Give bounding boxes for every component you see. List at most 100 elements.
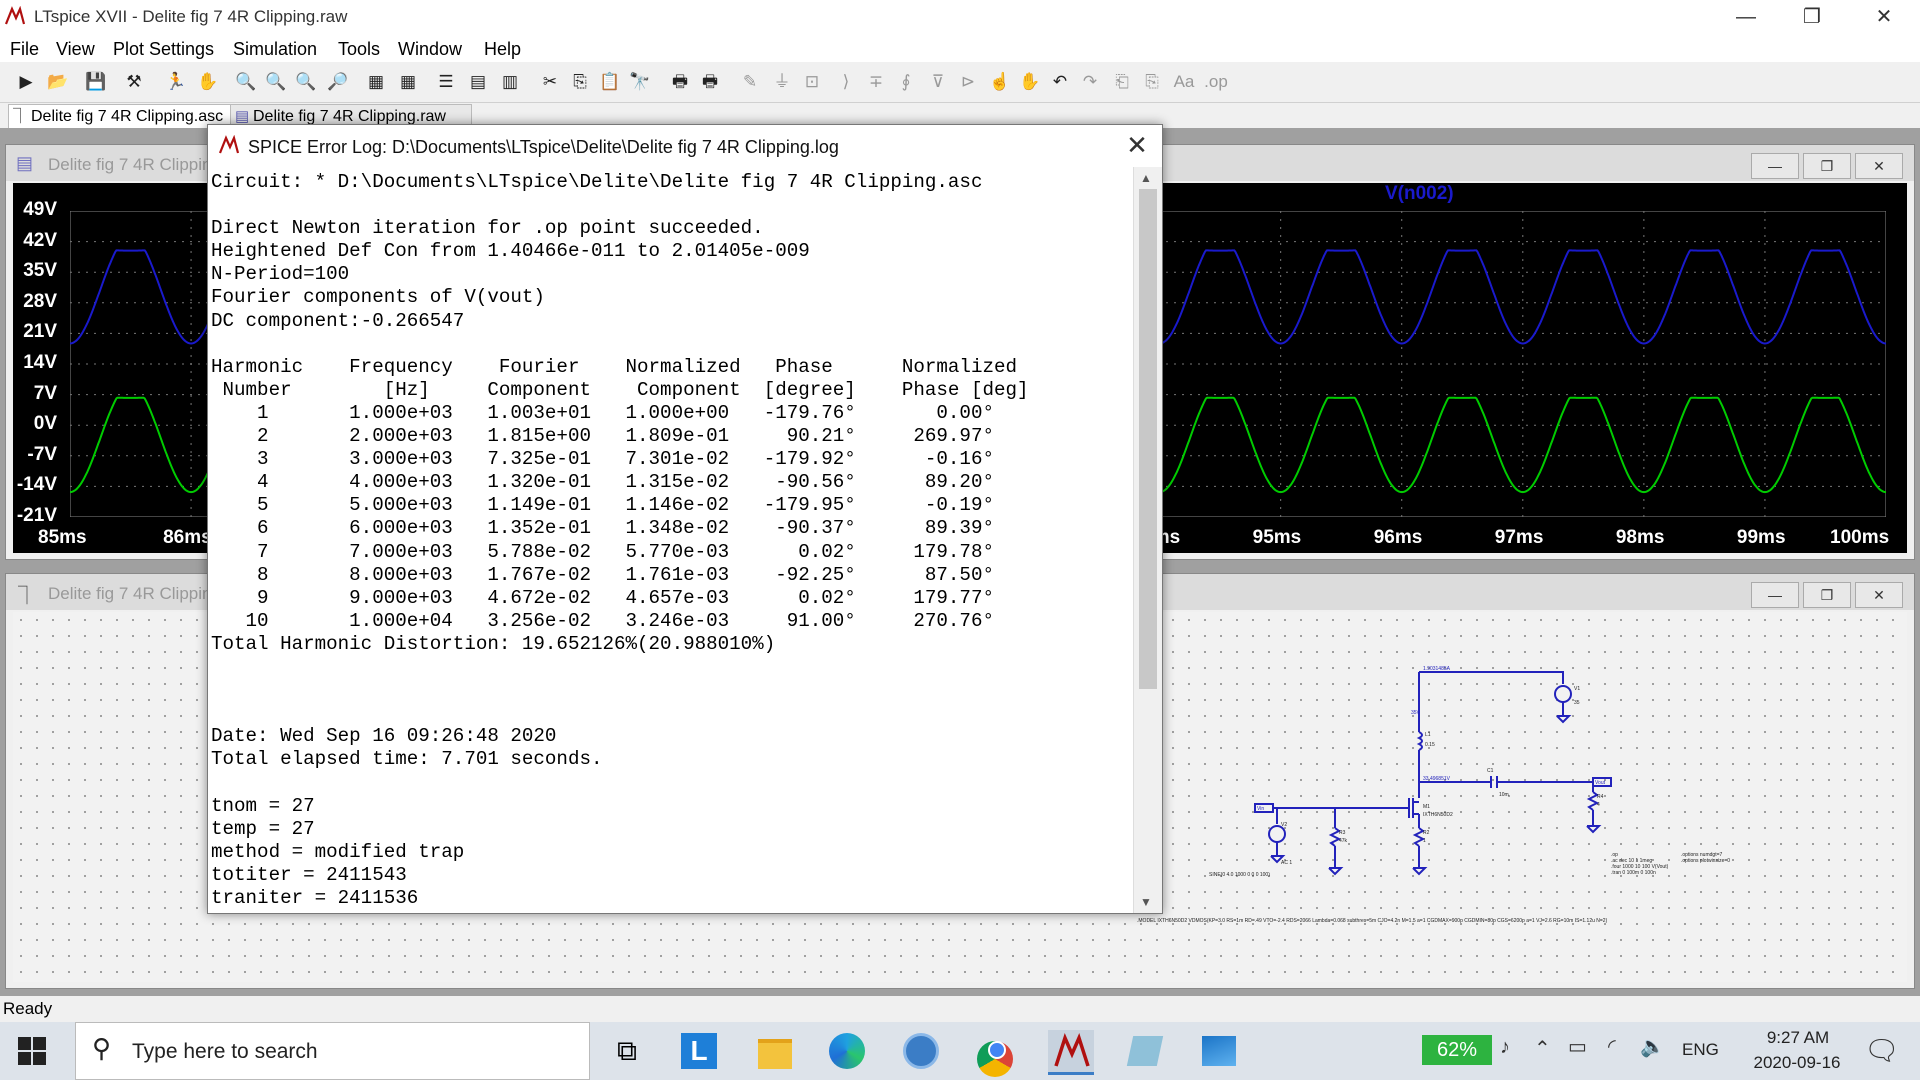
resistor-icon[interactable]: ⟩ <box>834 70 858 94</box>
resistor-r3[interactable] <box>1328 827 1342 847</box>
tile-vertical-icon[interactable]: ▥ <box>498 70 522 94</box>
menu-view[interactable]: View <box>56 39 95 60</box>
print-preview-icon[interactable]: 🖶 <box>698 70 722 94</box>
file-explorer-icon[interactable] <box>752 1030 798 1072</box>
options-line[interactable]: .options plotwinsize=0 <box>1681 858 1730 864</box>
wifi-icon[interactable]: ◜ <box>1608 1034 1616 1059</box>
control-panel-icon[interactable]: ⚒ <box>122 70 146 94</box>
schematic-minimize-button[interactable]: — <box>1751 582 1799 608</box>
scroll-up-icon[interactable]: ▲ <box>1140 171 1152 185</box>
diode-icon[interactable]: ⊽ <box>926 70 950 94</box>
scroll-down-icon[interactable]: ▼ <box>1140 895 1152 909</box>
scrollbar-thumb[interactable] <box>1139 189 1157 689</box>
find-icon[interactable]: 🔭 <box>628 70 652 94</box>
resistor-r4[interactable] <box>1586 791 1600 811</box>
notepad-icon[interactable] <box>1122 1030 1168 1072</box>
dialog-titlebar: SPICE Error Log: D:\Documents\LTspice\De… <box>208 125 1162 167</box>
menu-simulation[interactable]: Simulation <box>233 39 317 60</box>
inductor-icon[interactable]: ∮ <box>894 70 918 94</box>
v2-source[interactable] <box>1268 825 1286 843</box>
move-icon[interactable]: ☝ <box>988 70 1012 94</box>
taskbar-search[interactable]: ⚲ Type here to search <box>75 1022 590 1080</box>
log-scrollbar[interactable]: ▲ ▼ <box>1133 167 1162 913</box>
autorange-icon[interactable]: ▦ <box>364 70 388 94</box>
grid-icon[interactable]: ▦ <box>396 70 420 94</box>
drag-icon[interactable]: ✋ <box>1018 70 1042 94</box>
thunderbird-icon[interactable] <box>900 1030 946 1072</box>
label-net-icon[interactable]: ⊡ <box>800 70 824 94</box>
redo-icon[interactable]: ↷ <box>1078 70 1102 94</box>
model-directive[interactable]: .MODEL IXTH6N50D2 VDMOS(KP=3.0 RS=1m RD=… <box>1137 918 1608 924</box>
cut-icon[interactable]: ✂ <box>538 70 562 94</box>
menu-tools[interactable]: Tools <box>338 39 380 60</box>
cascade-icon[interactable]: ▤ <box>466 70 490 94</box>
action-center-icon[interactable]: 🗨 <box>1864 1034 1900 1067</box>
r3-label: R3 <box>1339 830 1346 836</box>
ltspice-taskbar-icon[interactable] <box>1048 1030 1094 1075</box>
halt-icon[interactable]: ✋ <box>196 70 220 94</box>
sine-source-text: SINE(0 4.0 1000 0 0 0 100) <box>1209 872 1270 878</box>
spice-directive-icon[interactable]: .op <box>1204 70 1228 94</box>
save-icon[interactable]: 💾 <box>84 70 108 94</box>
print-icon[interactable]: 🖶 <box>668 70 692 94</box>
wire[interactable] <box>1419 671 1564 684</box>
menu-help[interactable]: Help <box>484 39 521 60</box>
zoom-out-icon[interactable]: 🔍 <box>294 70 318 94</box>
run-icon[interactable]: 🏃 <box>164 70 188 94</box>
tab-schematic[interactable]: ⏋ Delite fig 7 4R Clipping.asc <box>8 104 232 130</box>
log-line: 6 6.000e+03 1.352e-01 1.348e-02 -90.37° … <box>211 517 994 540</box>
inductor-l1[interactable] <box>1416 731 1423 751</box>
text-icon[interactable]: Aa <box>1172 70 1196 94</box>
component-icon[interactable]: ⊳ <box>956 70 980 94</box>
v1-source[interactable] <box>1554 685 1572 703</box>
waveform-minimize-button[interactable]: — <box>1751 153 1799 179</box>
show-hidden-icons-icon[interactable]: ⌃ <box>1534 1036 1551 1061</box>
edge-icon[interactable] <box>826 1030 872 1072</box>
ground <box>1556 715 1572 724</box>
chrome-icon[interactable] <box>974 1030 1020 1077</box>
resistor-r2[interactable] <box>1412 827 1426 847</box>
battery-meter[interactable]: 62% <box>1422 1035 1492 1065</box>
mirror-icon[interactable]: ⎘ <box>1140 70 1164 94</box>
app-l-icon[interactable]: L <box>678 1030 724 1072</box>
dialog-close-button[interactable]: ✕ <box>1112 125 1162 167</box>
y-tick-label: -14V <box>16 474 57 496</box>
rotate-icon[interactable]: ⎗ <box>1110 70 1134 94</box>
menu-file[interactable]: File <box>10 39 39 60</box>
tile-horizontal-icon[interactable]: ☰ <box>434 70 458 94</box>
battery-icon[interactable]: ▭ <box>1568 1034 1587 1059</box>
waveform-close-button[interactable]: ✕ <box>1855 153 1903 179</box>
windows-start-icon[interactable] <box>18 1037 46 1065</box>
photos-icon[interactable] <box>1196 1030 1242 1072</box>
paste-icon[interactable]: 📋 <box>598 70 622 94</box>
zoom-in-icon[interactable]: 🔍 <box>234 70 258 94</box>
copy-icon[interactable]: ⎘ <box>568 70 592 94</box>
log-text[interactable]: Circuit: * D:\Documents\LTspice\Delite\D… <box>211 171 1131 909</box>
ground-icon[interactable]: ⏚ <box>770 70 794 94</box>
restore-button[interactable]: ❐ <box>1782 0 1842 34</box>
draw-wire-icon[interactable]: ✎ <box>738 70 762 94</box>
open-icon[interactable]: 📂 <box>46 70 70 94</box>
capacitor-icon[interactable]: ∓ <box>864 70 888 94</box>
schematic-maximize-button[interactable]: ❐ <box>1803 582 1851 608</box>
close-button[interactable]: ✕ <box>1854 0 1914 34</box>
task-view-icon[interactable]: ⧉ <box>604 1030 650 1072</box>
zoom-pan-icon[interactable]: 🔍 <box>264 70 288 94</box>
notification-bell-icon[interactable]: ♪ <box>1500 1036 1510 1059</box>
clock-time[interactable]: 9:27 AM <box>1750 1028 1846 1048</box>
schematic-close-button[interactable]: ✕ <box>1855 582 1903 608</box>
volume-icon[interactable]: 🔈 <box>1640 1034 1665 1059</box>
clock-date[interactable]: 2020-09-16 <box>1736 1053 1858 1073</box>
waveform-maximize-button[interactable]: ❐ <box>1803 153 1851 179</box>
minimize-button[interactable]: — <box>1716 0 1776 34</box>
r2-label: R2 <box>1423 830 1430 836</box>
undo-icon[interactable]: ↶ <box>1048 70 1072 94</box>
window-title: LTspice XVII - Delite fig 7 4R Clipping.… <box>34 7 348 26</box>
menu-plot-settings[interactable]: Plot Settings <box>113 39 214 60</box>
input-language[interactable]: ENG <box>1682 1040 1719 1060</box>
zoom-fit-icon[interactable]: 🔎 <box>326 70 350 94</box>
trace-label[interactable]: V(n002) <box>1385 183 1454 205</box>
directive-line[interactable]: .tran 0 100m 0 100n <box>1611 870 1656 876</box>
new-schematic-icon[interactable]: ▶ <box>14 70 38 94</box>
menu-window[interactable]: Window <box>398 39 462 60</box>
